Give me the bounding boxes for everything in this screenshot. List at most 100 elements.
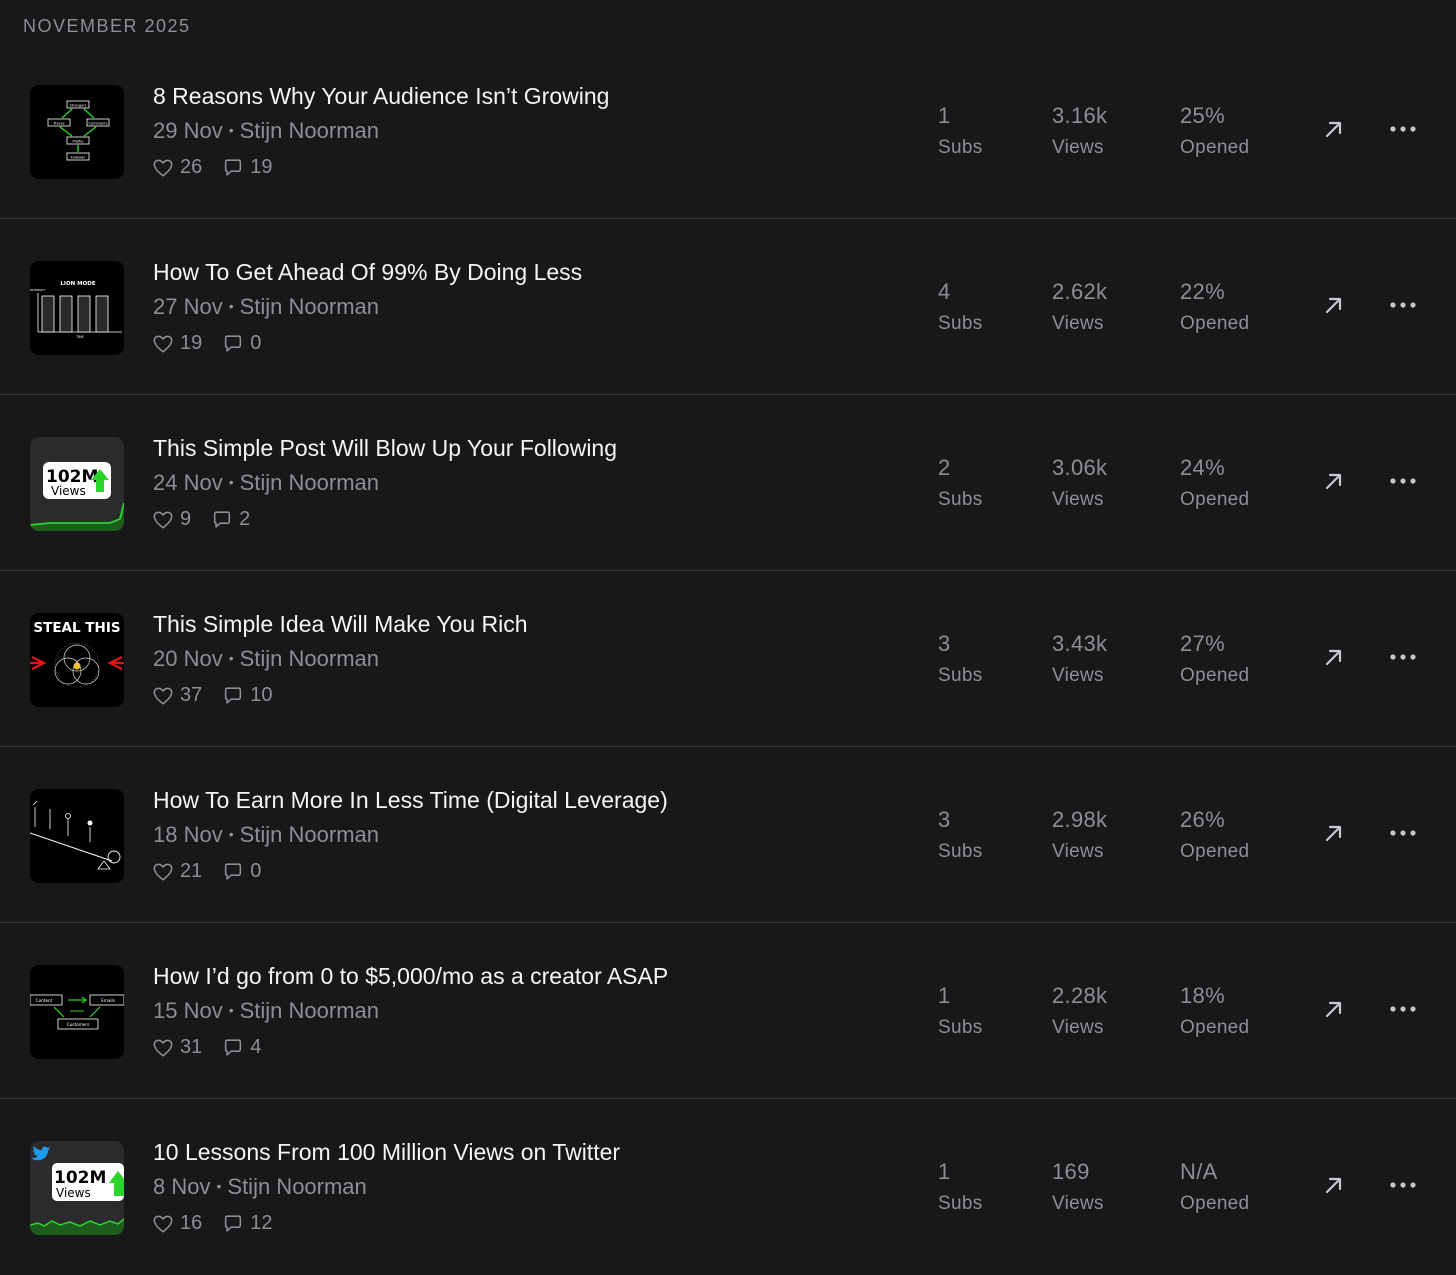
thumb-label: Comments: [89, 122, 108, 126]
opened-label: Opened: [1180, 841, 1250, 862]
post-date: 27 Nov: [153, 294, 223, 319]
post-row[interactable]: LION MODE INTENSITY TIME How To Get Ahea…: [0, 219, 1456, 395]
post-thumbnail[interactable]: STEAL THIS: [30, 613, 124, 707]
arrow-up-right-icon: [1325, 473, 1342, 490]
post-row[interactable]: STEAL THIS This Simple Idea Will Make Yo…: [0, 571, 1456, 747]
post-thumbnail[interactable]: Content Emails Customers: [30, 965, 124, 1059]
subs-stat: 3 Subs: [938, 631, 983, 687]
post-author[interactable]: Stijn Noorman: [240, 646, 379, 671]
thumb-label: Content: [36, 998, 53, 1003]
comment-icon: [214, 510, 231, 528]
more-options-button[interactable]: [1386, 467, 1420, 495]
post-thumbnail[interactable]: 102M Views: [30, 437, 124, 531]
post-thumbnail[interactable]: [30, 789, 124, 883]
opened-value: N/A: [1180, 1159, 1218, 1184]
twitter-views-thumbnail: 102M Views: [30, 1141, 124, 1235]
views-stat: 2.28k Views: [1052, 983, 1107, 1039]
post-title[interactable]: This Simple Post Will Blow Up Your Follo…: [153, 435, 617, 462]
post-thumbnail[interactable]: Strangers Traces Comments Profile Follow…: [30, 85, 124, 179]
post-author[interactable]: Stijn Noorman: [240, 470, 379, 495]
more-options-button[interactable]: [1386, 819, 1420, 847]
open-post-button[interactable]: [1320, 643, 1348, 671]
open-post-button[interactable]: [1320, 1171, 1348, 1199]
post-meta: 20 Nov • Stijn Noorman: [153, 646, 379, 672]
post-title[interactable]: How I’d go from 0 to $5,000/mo as a crea…: [153, 963, 668, 990]
likes: 9: [152, 508, 191, 531]
opened-stat: 18% Opened: [1180, 983, 1249, 1039]
comment-count: 0: [250, 860, 262, 882]
likes: 37: [152, 684, 202, 707]
thumb-label: LION MODE: [60, 281, 95, 287]
more-options-button[interactable]: [1386, 291, 1420, 319]
post-title[interactable]: 10 Lessons From 100 Million Views on Twi…: [153, 1139, 620, 1166]
heart-icon: [153, 1215, 173, 1233]
comment-icon: [225, 158, 242, 176]
like-count: 19: [180, 332, 203, 354]
open-post-button[interactable]: [1320, 291, 1348, 319]
heart-icon: [153, 511, 173, 529]
more-options-button[interactable]: [1386, 1171, 1420, 1199]
post-author[interactable]: Stijn Noorman: [227, 1174, 366, 1199]
like-count: 21: [180, 860, 203, 882]
thumb-label: Profile: [73, 140, 84, 144]
thumb-label: Views: [56, 1186, 91, 1200]
post-engagement: 21 0: [152, 860, 281, 883]
post-title[interactable]: 8 Reasons Why Your Audience Isn’t Growin…: [153, 83, 609, 110]
post-engagement: 16 12: [152, 1212, 293, 1235]
post-row[interactable]: 102M Views This Simple Post Will Blow Up…: [0, 395, 1456, 571]
opened-label: Opened: [1180, 1193, 1250, 1214]
opened-value: 18%: [1180, 983, 1225, 1008]
heart-icon: [153, 863, 173, 881]
meta-separator: •: [228, 298, 234, 314]
open-post-button[interactable]: [1320, 115, 1348, 143]
views-label: Views: [1052, 665, 1104, 686]
opened-stat: N/A Opened: [1180, 1159, 1249, 1215]
content-emails-customers-thumbnail: Content Emails Customers: [30, 965, 124, 1059]
opened-stat: 25% Opened: [1180, 103, 1249, 159]
post-title[interactable]: How To Get Ahead Of 99% By Doing Less: [153, 259, 582, 286]
post-row[interactable]: Strangers Traces Comments Profile Follow…: [0, 43, 1456, 219]
comment-icon: [225, 686, 242, 704]
post-author[interactable]: Stijn Noorman: [240, 998, 379, 1023]
opened-value: 22%: [1180, 279, 1225, 304]
more-options-button[interactable]: [1386, 643, 1420, 671]
post-thumbnail[interactable]: LION MODE INTENSITY TIME: [30, 261, 124, 355]
views-label: Views: [1052, 841, 1104, 862]
post-thumbnail[interactable]: 102M Views: [30, 1141, 124, 1235]
post-title[interactable]: How To Earn More In Less Time (Digital L…: [153, 787, 668, 814]
post-meta: 27 Nov • Stijn Noorman: [153, 294, 379, 320]
post-title[interactable]: This Simple Idea Will Make You Rich: [153, 611, 528, 638]
open-post-button[interactable]: [1320, 819, 1348, 847]
post-author[interactable]: Stijn Noorman: [240, 822, 379, 847]
more-options-button[interactable]: [1386, 115, 1420, 143]
like-count: 9: [180, 508, 192, 530]
views-value: 2.62k: [1052, 279, 1108, 304]
ellipsis-icon: [1390, 830, 1416, 836]
open-post-button[interactable]: [1320, 467, 1348, 495]
open-post-button[interactable]: [1320, 995, 1348, 1023]
leverage-seesaw-thumbnail: [30, 789, 124, 883]
views-value: 3.06k: [1052, 455, 1108, 480]
views-value: 3.16k: [1052, 103, 1108, 128]
thumb-label: Emails: [101, 998, 115, 1003]
opened-label: Opened: [1180, 665, 1250, 686]
arrow-up-right-icon: [1325, 1177, 1342, 1194]
post-engagement: 31 4: [152, 1036, 281, 1059]
thumb-label: Follower: [71, 156, 86, 160]
likes: 26: [152, 156, 202, 179]
comment-count: 12: [250, 1212, 273, 1234]
views-stat: 2.98k Views: [1052, 807, 1107, 863]
post-row[interactable]: Content Emails Customers How I’d go from…: [0, 923, 1456, 1099]
post-row[interactable]: 102M Views 10 Lessons From 100 Million V…: [0, 1099, 1456, 1275]
post-author[interactable]: Stijn Noorman: [240, 118, 379, 143]
likes: 31: [152, 1036, 202, 1059]
post-row[interactable]: How To Earn More In Less Time (Digital L…: [0, 747, 1456, 923]
comments: 0: [222, 332, 261, 355]
more-options-button[interactable]: [1386, 995, 1420, 1023]
steal-this-venn-thumbnail: STEAL THIS: [30, 613, 124, 707]
post-author[interactable]: Stijn Noorman: [240, 294, 379, 319]
post-meta: 15 Nov • Stijn Noorman: [153, 998, 379, 1024]
views-value: 3.43k: [1052, 631, 1108, 656]
subs-label: Subs: [938, 313, 983, 334]
post-date: 15 Nov: [153, 998, 223, 1023]
